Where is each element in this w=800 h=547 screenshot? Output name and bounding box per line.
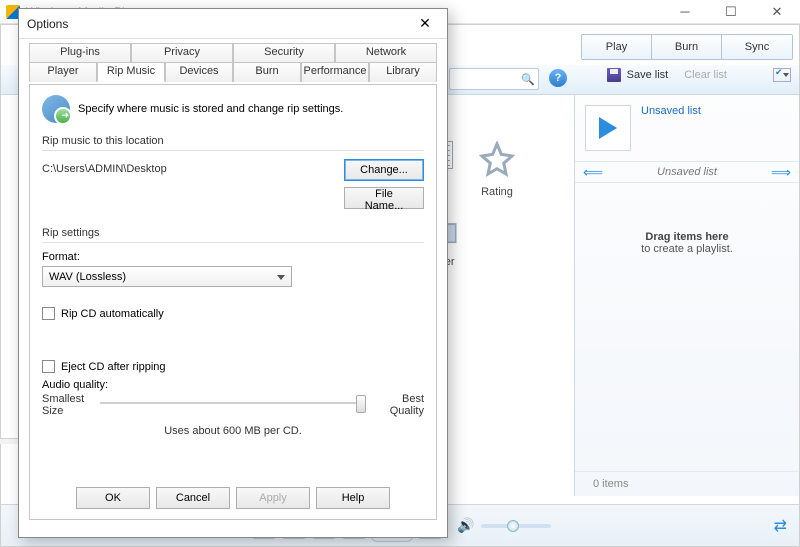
tab-rip-music[interactable]: Rip Music	[97, 62, 165, 82]
rip-auto-checkbox[interactable]	[42, 307, 55, 320]
rip-auto-row: Rip CD automatically	[42, 307, 424, 320]
prev-playlist-icon[interactable]: ⟸	[583, 164, 603, 181]
search-icon[interactable]: 🔍	[517, 68, 539, 90]
best-label: Best Quality	[372, 393, 424, 417]
format-label: Format:	[42, 251, 424, 263]
tab-content: ➜ Specify where music is stored and chan…	[29, 84, 437, 520]
save-list-button[interactable]: Save list	[627, 69, 669, 81]
audio-quality-label: Audio quality:	[42, 379, 424, 391]
slider-track-line	[100, 402, 366, 404]
dialog-titlebar[interactable]: Options ✕	[19, 9, 447, 39]
playlist-nav: ⟸ Unsaved list ⟹	[575, 161, 799, 183]
playlist-title-link[interactable]: Unsaved list	[641, 105, 701, 117]
tab-plugins[interactable]: Plug-ins	[29, 43, 131, 63]
tab-network[interactable]: Network	[335, 43, 437, 63]
volume-icon[interactable]: 🔊	[457, 517, 474, 534]
rating-item[interactable]: Rating	[479, 141, 515, 198]
help-icon[interactable]: ?	[549, 69, 567, 87]
usage-text: Uses about 600 MB per CD.	[42, 425, 424, 437]
tab-sync[interactable]: Sync	[722, 35, 792, 59]
cancel-button[interactable]: Cancel	[156, 487, 230, 509]
location-row: C:\Users\ADMIN\Desktop Change... File Na…	[42, 159, 424, 209]
tab-security[interactable]: Security	[233, 43, 335, 63]
list-options-dropdown[interactable]	[773, 68, 791, 82]
description-text: Specify where music is stored and change…	[78, 103, 343, 115]
change-location-button[interactable]: Change...	[344, 159, 424, 181]
dialog-tabs: Plug-ins Privacy Security Network Player…	[29, 43, 437, 85]
divider	[42, 150, 424, 151]
maximize-button[interactable]: ☐	[708, 1, 754, 23]
tab-privacy[interactable]: Privacy	[131, 43, 233, 63]
dialog-title: Options	[27, 17, 68, 31]
playlist-pane: Unsaved list ⟸ Unsaved list ⟹ Drag items…	[574, 95, 799, 496]
ok-button[interactable]: OK	[76, 487, 150, 509]
help-button[interactable]: Help	[316, 487, 390, 509]
volume-thumb[interactable]	[507, 520, 519, 532]
eject-label: Eject CD after ripping	[61, 361, 166, 373]
drag-subtitle: to create a playlist.	[641, 243, 733, 255]
tab-library[interactable]: Library	[369, 62, 437, 82]
item-count: 0 items	[593, 478, 628, 490]
next-playlist-icon[interactable]: ⟹	[771, 164, 791, 181]
tab-play[interactable]: Play	[582, 35, 652, 59]
tab-performance[interactable]: Performance	[301, 62, 369, 82]
location-buttons: Change... File Name...	[344, 159, 424, 209]
format-value: WAV (Lossless)	[49, 271, 126, 283]
rip-cd-icon: ➜	[42, 95, 70, 123]
eject-row: Eject CD after ripping	[42, 360, 424, 373]
play-icon	[599, 117, 617, 139]
dialog-close-button[interactable]: ✕	[411, 13, 439, 35]
settings-group-label: Rip settings	[42, 227, 424, 239]
volume-slider[interactable]	[481, 524, 551, 528]
rip-location-path: C:\Users\ADMIN\Desktop	[42, 159, 167, 175]
quality-slider-row: Smallest Size Best Quality	[42, 393, 424, 417]
window-controls: ─ ☐ ✕	[662, 1, 800, 23]
playlist-divider	[575, 471, 799, 472]
playlist-nav-title: Unsaved list	[657, 166, 717, 178]
divider	[42, 242, 424, 243]
smallest-label: Smallest Size	[42, 393, 94, 417]
search-group: 🔍	[449, 68, 539, 90]
quality-slider-thumb[interactable]	[356, 395, 366, 413]
dialog-body: Plug-ins Privacy Security Network Player…	[19, 39, 447, 530]
eject-checkbox[interactable]	[42, 360, 55, 373]
description-row: ➜ Specify where music is stored and chan…	[42, 95, 424, 123]
tab-burn[interactable]: Burn	[652, 35, 722, 59]
list-actions: Save list Clear list	[607, 68, 791, 82]
format-select[interactable]: WAV (Lossless)	[42, 266, 292, 287]
playlist-thumbnail	[585, 105, 631, 151]
rip-auto-label: Rip CD automatically	[61, 308, 164, 320]
tab-burn[interactable]: Burn	[233, 62, 301, 82]
drag-here-text: Drag items here	[645, 231, 728, 243]
star-icon	[479, 141, 515, 180]
rating-label: Rating	[481, 186, 513, 198]
location-group-label: Rip music to this location	[42, 135, 424, 147]
mode-tabs: Play Burn Sync	[581, 34, 793, 60]
tab-player[interactable]: Player	[29, 62, 97, 82]
tab-devices[interactable]: Devices	[165, 62, 233, 82]
playlist-header: Unsaved list	[575, 95, 799, 161]
playlist-dropzone[interactable]: Drag items here to create a playlist.	[575, 183, 799, 303]
minimize-button[interactable]: ─	[662, 1, 708, 23]
switch-view-icon[interactable]: ⇄	[774, 516, 787, 536]
options-dialog: Options ✕ Plug-ins Privacy Security Netw…	[18, 8, 448, 538]
clear-list-button[interactable]: Clear list	[684, 69, 727, 81]
dialog-buttons: OK Cancel Apply Help	[30, 487, 436, 509]
save-icon	[607, 68, 621, 82]
close-button[interactable]: ✕	[754, 1, 800, 23]
apply-button[interactable]: Apply	[236, 487, 310, 509]
file-name-button[interactable]: File Name...	[344, 187, 424, 209]
quality-slider[interactable]	[100, 393, 366, 413]
